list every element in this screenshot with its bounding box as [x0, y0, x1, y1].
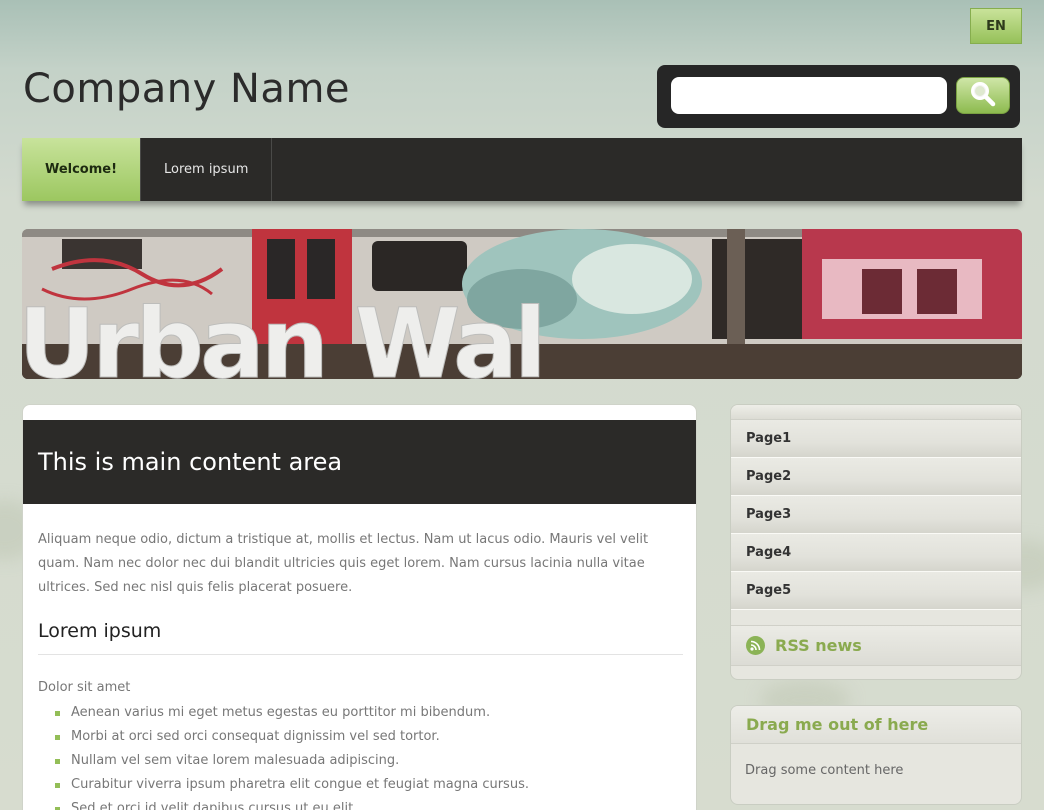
sidebar-menu: Page1 Page2 Page3 Page4 Page5 RSS news [730, 404, 1022, 680]
list-item: Aenean varius mi eget metus egestas eu p… [53, 701, 529, 725]
banner-title: Urban Wall [22, 288, 542, 379]
main-subheading: Lorem ipsum [38, 620, 162, 642]
rss-icon [746, 636, 765, 655]
language-button[interactable]: EN [970, 8, 1022, 44]
bullet-list: Aenean varius mi eget metus egestas eu p… [53, 701, 529, 810]
rss-news-link[interactable]: RSS news [731, 626, 1021, 666]
main-navigation: Welcome! Lorem ipsum [22, 138, 1022, 201]
search-icon [968, 79, 998, 113]
list-item: Sed et orci id velit dapibus cursus ut e… [53, 797, 529, 810]
sidebar-item-page5[interactable]: Page5 [731, 572, 1021, 610]
nav-item-lorem-ipsum[interactable]: Lorem ipsum [141, 138, 273, 201]
sidebar-item-page2[interactable]: Page2 [731, 458, 1021, 496]
search-box [657, 65, 1020, 128]
draggable-box-title[interactable]: Drag me out of here [731, 706, 1021, 744]
sidebar-spacer [731, 610, 1021, 626]
draggable-box-body: Drag some content here [745, 763, 904, 778]
sidebar-item-page3[interactable]: Page3 [731, 496, 1021, 534]
main-content-header: This is main content area [23, 420, 696, 504]
sidebar-top [731, 405, 1021, 420]
rss-label: RSS news [775, 636, 862, 655]
banner-title-graphic: Urban Wall [22, 288, 542, 380]
list-item: Morbi at orci sed orci consequat digniss… [53, 725, 529, 749]
divider [38, 654, 683, 655]
search-button[interactable] [956, 77, 1010, 114]
draggable-box[interactable]: Drag me out of here Drag some content he… [730, 705, 1022, 805]
sidebar-item-page1[interactable]: Page1 [731, 420, 1021, 458]
search-input[interactable] [671, 77, 947, 114]
header-banner: Urban Wall [22, 229, 1022, 379]
sidebar-item-page4[interactable]: Page4 [731, 534, 1021, 572]
main-content: This is main content area Aliquam neque … [22, 404, 697, 810]
list-item: Nullam vel sem vitae lorem malesuada adi… [53, 749, 529, 773]
company-name: Company Name [23, 66, 351, 112]
list-item: Curabitur viverra ipsum pharetra elit co… [53, 773, 529, 797]
nav-item-welcome[interactable]: Welcome! [22, 138, 141, 201]
main-title: This is main content area [38, 448, 343, 476]
main-paragraph: Aliquam neque odio, dictum a tristique a… [38, 532, 649, 595]
main-intro-text: Dolor sit amet [38, 680, 131, 695]
